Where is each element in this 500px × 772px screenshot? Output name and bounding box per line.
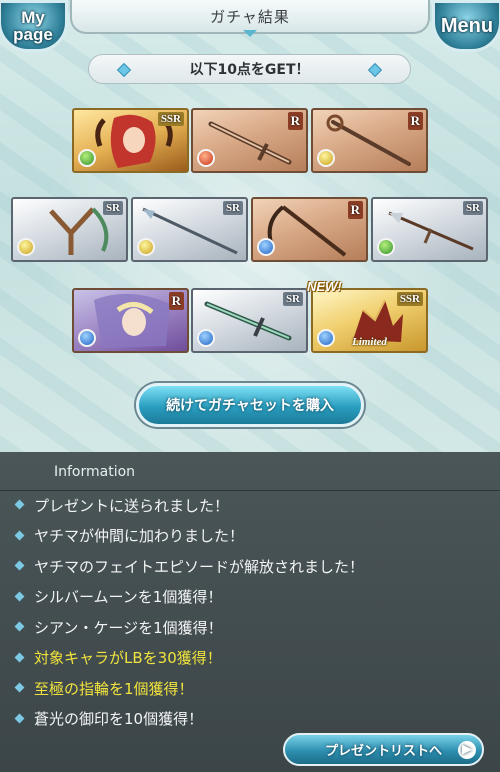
list-item-text: プレゼントに送られました！ — [34, 496, 230, 515]
fire-element-icon — [197, 149, 215, 167]
banner-text: 以下10点をGET！ — [189, 62, 310, 78]
rarity-badge: R — [407, 112, 423, 130]
list-item: ヤチマのフェイトエピソードが解放されました！ — [0, 551, 500, 582]
result-banner: 以下10点をGET！ — [88, 54, 411, 84]
card-6[interactable]: R — [251, 197, 368, 262]
header-bar: ガチャ結果 — [70, 0, 430, 34]
diamond-icon — [14, 530, 25, 540]
water-element-icon — [78, 329, 96, 347]
information-panel: Information プレゼントに送られました！ ヤチマが仲間に加わりました！… — [0, 452, 500, 772]
page-title: ガチャ結果 — [210, 7, 290, 26]
list-item: プレゼントに送られました！ — [0, 490, 500, 521]
list-item: 対象キャラがLBを30獲得！ — [0, 643, 500, 674]
card-4[interactable]: SR — [11, 197, 128, 262]
rarity-badge: SSR — [157, 112, 184, 126]
arrow-right-icon: ▶ — [458, 741, 476, 759]
rarity-badge: R — [347, 201, 363, 219]
diamond-icon — [116, 62, 132, 78]
card-1[interactable]: SSR — [72, 108, 189, 173]
information-list: プレゼントに送られました！ ヤチマが仲間に加わりました！ ヤチマのフェイトエピソ… — [0, 490, 500, 734]
card-3[interactable]: R — [311, 108, 428, 173]
list-item: 至極の指輪を1個獲得！ — [0, 673, 500, 704]
chevron-down-icon — [243, 30, 257, 37]
list-item: シルバームーンを1個獲得！ — [0, 582, 500, 613]
card-2[interactable]: R — [191, 108, 308, 173]
list-item: 蒼光の御印を10個獲得！ — [0, 704, 500, 735]
list-item-text: シアン・ケージを1個獲得！ — [34, 618, 223, 637]
information-title: Information — [54, 464, 136, 480]
list-item-text: 至極の指輪を1個獲得！ — [34, 679, 194, 698]
diamond-icon — [14, 560, 25, 571]
rarity-badge: SR — [222, 201, 243, 215]
rarity-badge: SR — [462, 201, 483, 215]
menu-button[interactable]: Menu — [432, 0, 500, 52]
new-badge: NEW! — [307, 279, 342, 294]
menu-label: Menu — [440, 14, 494, 37]
diamond-icon — [14, 682, 25, 693]
water-element-icon — [197, 329, 215, 347]
information-header: Information — [0, 452, 500, 491]
water-element-icon — [317, 329, 335, 347]
list-item-text: シルバームーンを1個獲得！ — [34, 588, 223, 607]
diamond-icon — [367, 62, 383, 78]
diamond-icon — [14, 591, 25, 601]
gacha-result-stage: My page Menu ガチャ結果 以下10点をGET！ SSR R R SR… — [0, 0, 500, 452]
card-10[interactable]: SSR Limited — [311, 288, 428, 353]
list-item-text: ヤチマのフェイトエピソードが解放されました！ — [34, 557, 365, 576]
list-item: ヤチマが仲間に加わりました！ — [0, 521, 500, 552]
card-5[interactable]: SR — [131, 197, 248, 262]
card-7[interactable]: SR — [371, 197, 488, 262]
rarity-badge: R — [287, 112, 303, 130]
list-item-text: 蒼光の御印を10個獲得！ — [34, 710, 204, 729]
list-item-text: ヤチマが仲間に加わりました！ — [34, 527, 245, 546]
present-button-label: プレゼントリストへ — [324, 744, 442, 759]
light-element-icon — [317, 149, 335, 167]
diamond-icon — [14, 621, 25, 632]
rarity-badge: SR — [282, 292, 303, 306]
wind-element-icon — [377, 238, 395, 256]
rarity-badge: SR — [102, 201, 123, 215]
mypage-button[interactable]: My page — [0, 0, 68, 52]
rarity-badge: SSR — [396, 292, 423, 306]
light-element-icon — [137, 238, 155, 256]
diamond-icon — [14, 652, 25, 662]
rarity-badge: R — [168, 292, 184, 310]
buy-button-label: 続けてガチャセットを購入 — [166, 398, 334, 414]
mypage-label-2: page — [13, 25, 53, 44]
list-item: シアン・ケージを1個獲得！ — [0, 612, 500, 643]
wind-element-icon — [78, 149, 96, 167]
light-element-icon — [17, 238, 35, 256]
card-8[interactable]: R — [72, 288, 189, 353]
diamond-icon — [14, 499, 25, 510]
water-element-icon — [257, 238, 275, 256]
diamond-icon — [14, 713, 25, 723]
present-list-button[interactable]: プレゼントリストへ ▶ — [283, 733, 484, 766]
card-9[interactable]: SR — [191, 288, 308, 353]
buy-gacha-set-button[interactable]: 続けてガチャセットを購入 — [136, 383, 364, 427]
list-item-text: 対象キャラがLBを30獲得！ — [34, 649, 222, 668]
limited-label: Limited — [352, 336, 387, 348]
